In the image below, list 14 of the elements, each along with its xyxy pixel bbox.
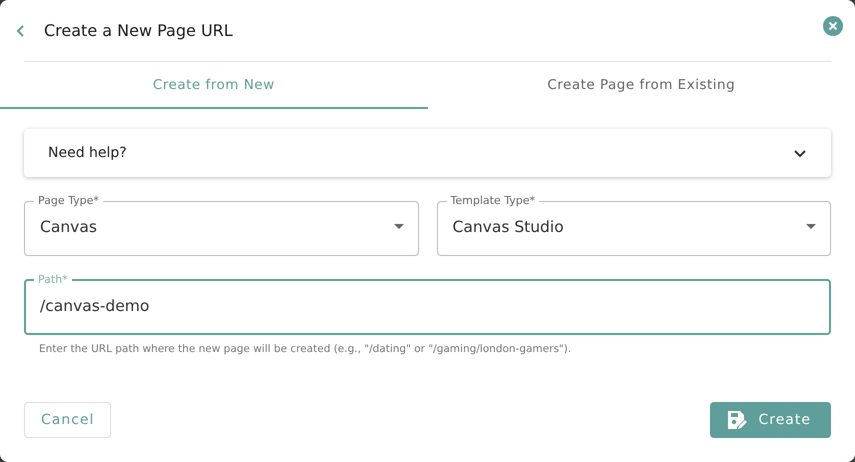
helper-text: Enter the URL path where the new page will be created (e.g., "/dating" or "/gaming/london-gamers").: [39, 343, 572, 355]
dialog-title: Create a New Page URL: [44, 21, 234, 40]
close-icon[interactable]: [823, 16, 843, 36]
save-edit-icon: [726, 409, 748, 431]
tab[interactable]: Create Page from Existing: [428, 62, 855, 109]
help-accordion[interactable]: Need help?: [24, 129, 831, 177]
select-field[interactable]: Template Type* Canvas Studio: [436, 194, 831, 256]
field-label: Page Type*: [37, 194, 100, 208]
dropdown-caret-icon: [394, 224, 404, 230]
field-label: Path*: [37, 273, 69, 287]
field-label: Template Type*: [450, 194, 536, 208]
select-field[interactable]: Page Type* Canvas: [24, 194, 418, 256]
dropdown-caret-icon: [806, 224, 816, 230]
input-field[interactable]: Path* /canvas-demo: [24, 273, 831, 335]
